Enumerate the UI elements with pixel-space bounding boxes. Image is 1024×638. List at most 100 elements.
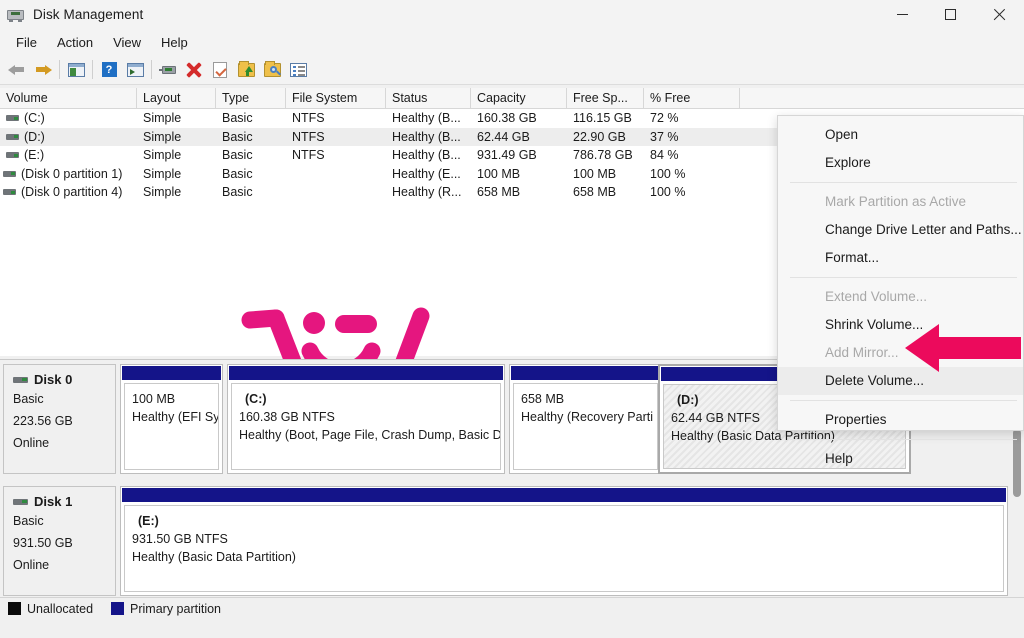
partition-disk0-efi[interactable]: 100 MB Healthy (EFI Sys xyxy=(120,364,223,474)
cell-file-system: NTFS xyxy=(292,111,325,126)
partition-status: Healthy (Basic Data Partition) xyxy=(132,550,296,564)
column-header-volume[interactable]: Volume xyxy=(0,88,137,108)
legend-swatch-primary xyxy=(111,602,125,615)
toolbar-separator xyxy=(92,60,93,79)
back-button[interactable] xyxy=(4,58,30,82)
partition-disk1-e[interactable]: (E:) 931.50 GB NTFS Healthy (Basic Data … xyxy=(120,486,1008,596)
cell-percent-free: 84 % xyxy=(650,148,679,163)
cell-percent-free: 100 % xyxy=(650,166,686,181)
console-tree-button[interactable] xyxy=(63,58,89,82)
cell-percent-free: 72 % xyxy=(650,111,679,126)
cell-capacity: 100 MB xyxy=(477,166,521,181)
maximize-icon xyxy=(944,9,956,20)
forward-arrow-icon xyxy=(34,63,52,77)
cell-volume: (Disk 0 partition 1) xyxy=(21,166,123,181)
window-title: Disk Management xyxy=(33,7,144,22)
menu-item-change-drive-letter-and-paths[interactable]: Change Drive Letter and Paths... xyxy=(778,216,1023,244)
cell-status: Healthy (B... xyxy=(392,129,461,144)
export-list-button[interactable] xyxy=(233,58,259,82)
cell-volume: (E:) xyxy=(24,148,45,163)
partition-disk0-recovery[interactable]: 658 MB Healthy (Recovery Parti xyxy=(509,364,662,474)
menu-separator xyxy=(790,439,1017,440)
action-pane-button[interactable] xyxy=(122,58,148,82)
legend-swatch-unallocated xyxy=(8,602,21,615)
cell-capacity: 160.38 GB xyxy=(477,111,537,126)
column-header-capacity[interactable]: Capacity xyxy=(471,88,567,108)
menu-item-action[interactable]: Action xyxy=(47,32,103,53)
help-icon: ? xyxy=(101,62,117,77)
partition-size: 160.38 GB NTFS xyxy=(239,410,335,424)
view-list-button[interactable] xyxy=(285,58,311,82)
cell-capacity: 62.44 GB xyxy=(477,129,530,144)
cell-percent-free: 100 % xyxy=(650,185,686,200)
find-button[interactable] xyxy=(259,58,285,82)
cell-volume: (C:) xyxy=(24,111,45,126)
back-arrow-icon xyxy=(8,63,26,77)
cell-layout: Simple xyxy=(143,129,182,144)
help-button[interactable]: ? xyxy=(96,58,122,82)
cell-status: Healthy (R... xyxy=(392,185,462,200)
column-header-free-space[interactable]: Free Sp... xyxy=(567,88,644,108)
menu-item-explore[interactable]: Explore xyxy=(778,149,1023,177)
partition-status: Healthy (Boot, Page File, Crash Dump, Ba… xyxy=(239,428,501,442)
toolbar-separator xyxy=(59,60,60,79)
maximize-button[interactable] xyxy=(926,0,974,29)
cell-type: Basic xyxy=(222,148,253,163)
disk-row-1: Disk 1 Basic 931.50 GB Online (E:) 931.5… xyxy=(0,482,1024,601)
column-header-percent-free[interactable]: % Free xyxy=(644,88,740,108)
menu-item-properties[interactable]: Properties xyxy=(778,406,1023,434)
legend-item-primary-partition: Primary partition xyxy=(111,602,221,616)
menu-item-open[interactable]: Open xyxy=(778,121,1023,149)
legend-label-primary: Primary partition xyxy=(130,601,222,616)
column-header-layout[interactable]: Layout xyxy=(137,88,216,108)
legend-label-unallocated: Unallocated xyxy=(27,601,94,616)
cell-type: Basic xyxy=(222,129,253,144)
partition-area-1: (E:) 931.50 GB NTFS Healthy (Basic Data … xyxy=(120,486,1020,596)
context-menu: Open Explore Mark Partition as Active Ch… xyxy=(777,115,1024,466)
disk-state: Online xyxy=(13,558,50,572)
column-header-file-system[interactable]: File System xyxy=(286,88,386,108)
cell-layout: Simple xyxy=(143,166,182,181)
minimize-button[interactable] xyxy=(878,0,926,29)
cell-free-space: 786.78 GB xyxy=(573,148,633,163)
find-icon xyxy=(263,60,281,77)
properties-button[interactable] xyxy=(207,58,233,82)
menu-item-format[interactable]: Format... xyxy=(778,244,1023,272)
cell-status: Healthy (E... xyxy=(392,166,461,181)
menu-item-view[interactable]: View xyxy=(103,32,151,53)
menu-item-help[interactable]: Help xyxy=(778,445,1023,473)
title-bar: Disk Management xyxy=(0,0,1024,29)
disk-drive-icon xyxy=(7,7,25,23)
cell-layout: Simple xyxy=(143,148,182,163)
menu-item-file[interactable]: File xyxy=(6,32,47,53)
delete-icon xyxy=(186,62,202,78)
window-controls xyxy=(878,0,1024,29)
close-button[interactable] xyxy=(974,0,1024,29)
volume-icon xyxy=(3,170,16,177)
disk-info-0[interactable]: Disk 0 Basic 223.56 GB Online xyxy=(3,364,116,474)
partition-disk0-c[interactable]: (C:) 160.38 GB NTFS Healthy (Boot, Page … xyxy=(227,364,505,474)
cell-type: Basic xyxy=(222,166,253,181)
delete-button[interactable] xyxy=(181,58,207,82)
menu-item-add-mirror: Add Mirror... xyxy=(825,345,899,360)
column-header-filler xyxy=(740,88,1024,108)
disk-info-1[interactable]: Disk 1 Basic 931.50 GB Online xyxy=(3,486,116,596)
cell-type: Basic xyxy=(222,185,253,200)
disk-size: 931.50 GB xyxy=(13,536,73,550)
volume-icon xyxy=(6,115,19,122)
menu-separator xyxy=(790,277,1017,278)
menu-item-help[interactable]: Help xyxy=(151,32,198,53)
partition-status: Healthy (EFI Sys xyxy=(132,410,219,424)
show-hide-action-pane-icon xyxy=(126,62,144,77)
export-list-icon xyxy=(237,60,255,77)
menu-item-delete-volume[interactable]: Delete Volume... xyxy=(778,367,1023,395)
partition-label: (E:) xyxy=(138,514,159,528)
disk-icon xyxy=(13,376,28,383)
column-header-type[interactable]: Type xyxy=(216,88,286,108)
forward-button[interactable] xyxy=(30,58,56,82)
menu-bar: File Action View Help xyxy=(0,29,1024,55)
column-header-status[interactable]: Status xyxy=(386,88,471,108)
rescan-disks-button[interactable] xyxy=(155,58,181,82)
menu-item-shrink-volume[interactable]: Shrink Volume... xyxy=(778,311,1023,339)
partition-bar xyxy=(122,366,221,380)
